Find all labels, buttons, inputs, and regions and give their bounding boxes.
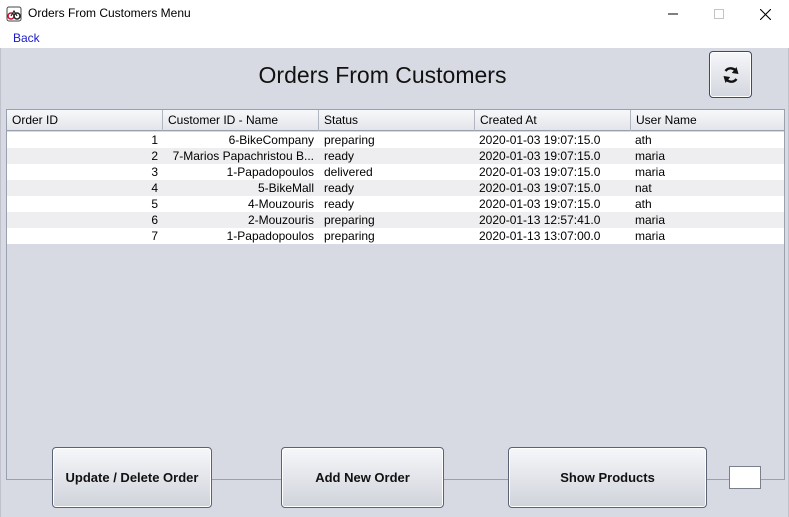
table-row[interactable]: 6 2-Mouzouris preparing 2020-01-13 12:57… bbox=[7, 212, 784, 228]
minimize-icon bbox=[668, 13, 678, 15]
cell-order-id: 3 bbox=[151, 165, 158, 179]
title-bar: Orders From Customers Menu bbox=[0, 0, 789, 28]
back-link[interactable]: Back bbox=[13, 31, 40, 45]
column-header-order-id[interactable]: Order ID bbox=[7, 110, 163, 131]
cell-order-id: 7 bbox=[151, 229, 158, 243]
table-row[interactable]: 2 7-Marios Papachristou B... ready 2020-… bbox=[7, 148, 784, 164]
menu-bar: Back bbox=[0, 28, 789, 48]
cell-created-at: 2020-01-03 19:07:15.0 bbox=[479, 133, 601, 147]
column-header-user-name[interactable]: User Name bbox=[631, 110, 784, 131]
cell-order-id: 5 bbox=[151, 197, 158, 211]
orders-table[interactable]: Order ID Customer ID - Name Status Creat… bbox=[6, 109, 785, 480]
table-row[interactable]: 3 1-Papadopoulos delivered 2020-01-03 19… bbox=[7, 164, 784, 180]
cell-customer: 1-Papadopoulos bbox=[226, 229, 314, 243]
cell-created-at: 2020-01-03 19:07:15.0 bbox=[479, 181, 601, 195]
main-panel: Orders From Customers Order ID Customer … bbox=[0, 48, 789, 517]
cell-customer: 6-BikeCompany bbox=[228, 133, 314, 147]
add-new-order-button[interactable]: Add New Order bbox=[281, 447, 444, 508]
update-delete-order-button[interactable]: Update / Delete Order bbox=[52, 447, 212, 508]
close-icon bbox=[759, 8, 771, 20]
table-row[interactable]: 1 6-BikeCompany preparing 2020-01-03 19:… bbox=[7, 132, 784, 148]
cell-created-at: 2020-01-03 19:07:15.0 bbox=[479, 149, 601, 163]
column-header-customer[interactable]: Customer ID - Name bbox=[163, 110, 319, 131]
cell-status: ready bbox=[324, 149, 355, 163]
close-button[interactable] bbox=[742, 0, 788, 28]
cell-customer: 2-Mouzouris bbox=[247, 213, 314, 227]
refresh-button[interactable] bbox=[709, 51, 752, 98]
page-title: Orders From Customers bbox=[258, 62, 507, 88]
table-header: Order ID Customer ID - Name Status Creat… bbox=[7, 110, 784, 131]
cell-customer: 4-Mouzouris bbox=[247, 197, 314, 211]
window-title: Orders From Customers Menu bbox=[28, 6, 191, 20]
table-row[interactable]: 5 4-Mouzouris ready 2020-01-03 19:07:15.… bbox=[7, 196, 784, 212]
show-products-button[interactable]: Show Products bbox=[508, 447, 707, 508]
cell-customer: 5-BikeMall bbox=[257, 181, 314, 195]
cell-user-name: maria bbox=[635, 213, 666, 227]
cell-user-name: ath bbox=[635, 197, 652, 211]
cell-order-id: 2 bbox=[151, 149, 158, 163]
table-row[interactable]: 4 5-BikeMall ready 2020-01-03 19:07:15.0… bbox=[7, 180, 784, 196]
maximize-button[interactable] bbox=[696, 0, 742, 28]
cell-user-name: maria bbox=[635, 165, 666, 179]
cell-status: delivered bbox=[324, 165, 373, 179]
maximize-icon bbox=[714, 9, 724, 19]
table-body: 1 6-BikeCompany preparing 2020-01-03 19:… bbox=[7, 132, 784, 244]
small-empty-box[interactable] bbox=[729, 466, 761, 489]
cell-status: preparing bbox=[324, 213, 375, 227]
cell-created-at: 2020-01-03 19:07:15.0 bbox=[479, 165, 601, 179]
cell-order-id: 4 bbox=[151, 181, 158, 195]
cell-created-at: 2020-01-13 12:57:41.0 bbox=[479, 213, 601, 227]
cell-order-id: 6 bbox=[151, 213, 158, 227]
cell-user-name: ath bbox=[635, 133, 652, 147]
column-header-created-at[interactable]: Created At bbox=[475, 110, 631, 131]
cell-user-name: nat bbox=[635, 181, 652, 195]
cell-status: preparing bbox=[324, 229, 375, 243]
cell-user-name: maria bbox=[635, 149, 666, 163]
cell-customer: 1-Papadopoulos bbox=[226, 165, 314, 179]
refresh-icon bbox=[723, 66, 738, 83]
cell-user-name: maria bbox=[635, 229, 666, 243]
cell-order-id: 1 bbox=[151, 133, 158, 147]
cell-created-at: 2020-01-13 13:07:00.0 bbox=[479, 229, 601, 243]
bike-app-icon bbox=[6, 6, 22, 22]
minimize-button[interactable] bbox=[650, 0, 696, 28]
table-row[interactable]: 7 1-Papadopoulos preparing 2020-01-13 13… bbox=[7, 228, 784, 244]
cell-status: ready bbox=[324, 181, 355, 195]
cell-created-at: 2020-01-03 19:07:15.0 bbox=[479, 197, 601, 211]
cell-customer: 7-Marios Papachristou B... bbox=[172, 149, 314, 163]
cell-status: ready bbox=[324, 197, 355, 211]
cell-status: preparing bbox=[324, 133, 375, 147]
column-header-status[interactable]: Status bbox=[319, 110, 475, 131]
